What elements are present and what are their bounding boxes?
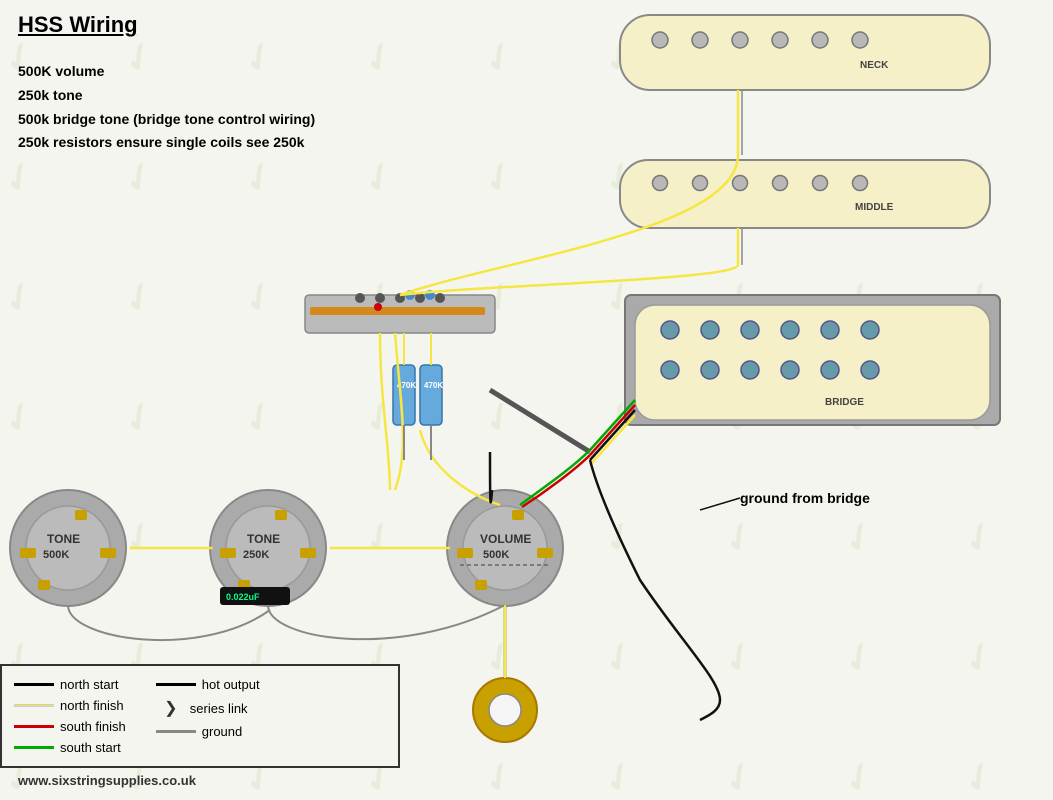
legend-hot-output: hot output — [202, 677, 260, 692]
svg-text:VOLUME: VOLUME — [480, 532, 531, 546]
legend-south-start: south start — [60, 740, 121, 755]
svg-text:TONE: TONE — [247, 532, 280, 546]
legend-south-finish: south finish — [60, 719, 126, 734]
legend-ground: ground — [202, 724, 242, 739]
svg-text:MIDDLE: MIDDLE — [855, 202, 894, 213]
legend-box: north start north finish south finish so… — [0, 664, 400, 768]
svg-text:TONE: TONE — [47, 532, 80, 546]
legend-series-link: series link — [190, 701, 248, 716]
svg-text:500K: 500K — [43, 549, 69, 561]
legend-north-start: north start — [60, 677, 119, 692]
svg-text:0.022uF: 0.022uF — [226, 592, 260, 602]
legend-series-link-arrow: ❯ — [156, 698, 186, 718]
svg-text:250K: 250K — [243, 549, 269, 561]
svg-text:NECK: NECK — [860, 60, 889, 71]
website-url: www.sixstringsupplies.co.uk — [18, 773, 196, 788]
legend-north-finish: north finish — [60, 698, 124, 713]
svg-text:500K: 500K — [483, 549, 509, 561]
svg-text:BRIDGE: BRIDGE — [825, 397, 864, 408]
svg-text:470K: 470K — [424, 381, 443, 390]
